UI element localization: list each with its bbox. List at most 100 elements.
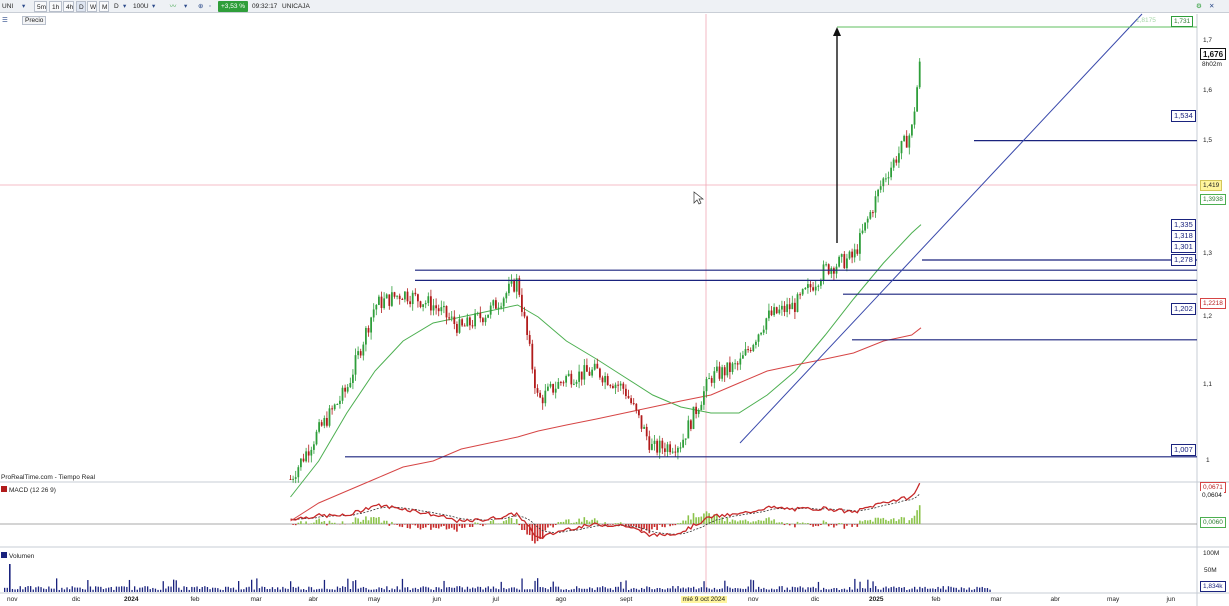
candle-body	[874, 196, 877, 213]
candle-body	[825, 264, 828, 266]
volume-bar	[386, 586, 388, 592]
x-axis-label: dic	[72, 596, 81, 603]
macd-hist-bar	[664, 524, 666, 528]
macd-hist-bar	[674, 524, 677, 526]
volume-bar	[511, 587, 513, 592]
candle-body	[752, 344, 755, 351]
volume-bar	[596, 587, 599, 592]
volume-bar	[266, 589, 268, 592]
volume-bar	[378, 587, 380, 592]
macd-hist-bar	[411, 524, 414, 525]
macd-hist-bar	[877, 517, 879, 524]
volume-bar	[721, 588, 723, 592]
candle-body	[346, 387, 349, 392]
macd-hist-bar	[630, 524, 632, 527]
candle-body	[305, 451, 308, 462]
x-axis-label: jul	[492, 596, 500, 603]
volume-bar	[199, 588, 201, 592]
price-chart[interactable]	[0, 0, 1229, 606]
volume-bar	[222, 589, 224, 592]
volume-bar	[719, 588, 721, 592]
candle-body	[450, 316, 453, 318]
macd-hist-bar	[502, 521, 505, 524]
volume-bar	[981, 586, 983, 592]
macd-hist-bar	[320, 521, 323, 524]
macd-hist-bar	[292, 524, 294, 525]
macd-hist-bar	[573, 522, 575, 524]
macd-hist-bar	[448, 524, 450, 529]
candle-body	[632, 403, 635, 405]
volume-bar	[846, 589, 848, 592]
macd-hist-bar	[690, 519, 692, 524]
volume-bar	[438, 587, 440, 592]
macd-hist-bar	[669, 524, 671, 527]
macd-hist-bar	[697, 517, 700, 524]
macd-hist-bar	[682, 520, 684, 524]
macd-hist-bar	[427, 524, 430, 526]
candle-body	[297, 467, 300, 478]
candle-body	[742, 355, 744, 359]
volume-bar	[264, 586, 266, 592]
volume-bar	[139, 587, 141, 592]
candle-body	[593, 363, 596, 370]
macd-hist-bar	[365, 516, 367, 524]
candle-body	[432, 305, 435, 311]
macd-hist-bar	[874, 517, 877, 524]
candle-body	[619, 383, 622, 386]
volume-bar	[412, 588, 414, 592]
candle-body	[679, 447, 682, 449]
candle-body	[604, 376, 607, 383]
macd-hist-bar	[424, 524, 427, 528]
volume-bar	[620, 581, 622, 592]
candle-body	[531, 343, 534, 370]
candle-body	[705, 379, 708, 392]
volume-bar	[191, 586, 193, 592]
candle-body	[903, 135, 906, 142]
volume-bar	[401, 578, 404, 592]
candle-body	[469, 317, 471, 326]
volume-bar	[849, 587, 851, 592]
volume-bar	[791, 586, 794, 592]
macd-hist-bar	[318, 518, 320, 524]
macd-hist-bar	[817, 524, 820, 527]
volume-bar	[823, 587, 825, 592]
candle-body	[692, 406, 695, 429]
volume-bar	[698, 588, 700, 592]
macd-hist-bar	[614, 523, 617, 524]
volume-bar	[591, 588, 593, 592]
candle-body	[838, 256, 841, 267]
macd-hist-bar	[814, 524, 817, 526]
volume-bar	[599, 587, 601, 592]
x-axis-label: 2025	[869, 596, 884, 603]
macd-hist-bar	[419, 524, 422, 530]
volume-bar	[27, 586, 29, 592]
macd-hist-bar	[458, 524, 461, 527]
macd-hist-bar	[838, 523, 840, 524]
volume-bar	[942, 586, 944, 592]
volume-bar	[11, 588, 14, 592]
candle-body	[596, 363, 599, 369]
volume-bar	[232, 587, 235, 592]
candle-body	[419, 301, 422, 307]
volume-bar	[370, 589, 372, 592]
volume-bar	[32, 589, 34, 592]
volume-bar	[685, 588, 687, 592]
volume-bar	[245, 587, 248, 592]
macd-hist-bar	[760, 520, 762, 524]
volume-bar	[420, 587, 422, 592]
volume-bar	[651, 589, 653, 592]
candle-body	[853, 249, 856, 258]
volume-bar	[724, 580, 726, 592]
volume-bar	[186, 586, 188, 592]
candle-body	[913, 111, 916, 125]
macd-hist-bar	[770, 520, 773, 524]
volume-bar	[87, 580, 89, 592]
volume-bar	[446, 587, 448, 592]
volume-bar	[555, 586, 557, 592]
macd-hist-bar	[757, 519, 760, 524]
volume-bar	[147, 586, 149, 592]
volume-bar	[908, 589, 911, 592]
volume-bar	[334, 589, 336, 592]
candle-body	[627, 396, 630, 399]
macd-hist-bar	[804, 523, 807, 524]
